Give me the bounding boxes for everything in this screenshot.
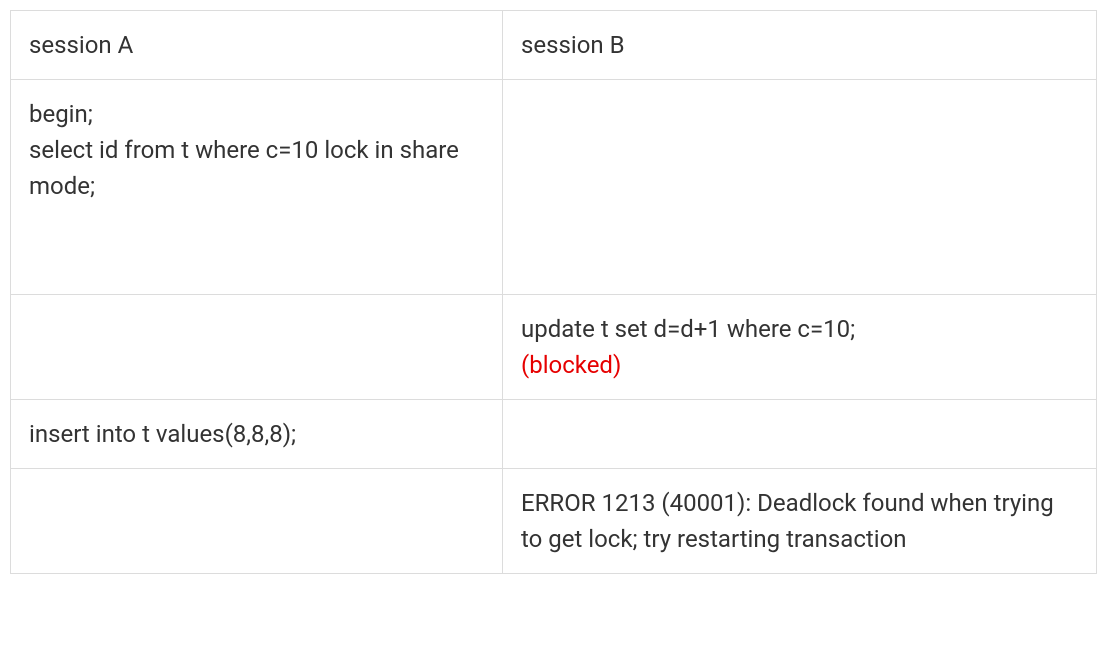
- blocked-status: (blocked): [521, 351, 621, 379]
- cell-session-b: ERROR 1213 (40001): Deadlock found when …: [503, 469, 1097, 574]
- header-session-a: session A: [11, 11, 503, 80]
- table-row: begin; select id from t where c=10 lock …: [11, 80, 1097, 295]
- table-row: insert into t values(8,8,8);: [11, 400, 1097, 469]
- cell-session-b: [503, 400, 1097, 469]
- table-row: ERROR 1213 (40001): Deadlock found when …: [11, 469, 1097, 574]
- cell-text: ERROR 1213 (40001): Deadlock found when …: [521, 485, 1078, 557]
- table-header-row: session A session B: [11, 11, 1097, 80]
- cell-line: update t set d=d+1 where c=10;: [521, 315, 855, 343]
- cell-session-a: begin; select id from t where c=10 lock …: [11, 80, 503, 295]
- cell-text: update t set d=d+1 where c=10; (blocked): [521, 311, 1078, 383]
- cell-session-b: [503, 80, 1097, 295]
- cell-session-a: [11, 295, 503, 400]
- cell-session-a: insert into t values(8,8,8);: [11, 400, 503, 469]
- session-comparison-table: session A session B begin; select id fro…: [10, 10, 1097, 574]
- cell-session-a: [11, 469, 503, 574]
- header-session-b: session B: [503, 11, 1097, 80]
- cell-session-b: update t set d=d+1 where c=10; (blocked): [503, 295, 1097, 400]
- cell-text: begin; select id from t where c=10 lock …: [29, 96, 484, 204]
- table-row: update t set d=d+1 where c=10; (blocked): [11, 295, 1097, 400]
- cell-text: insert into t values(8,8,8);: [29, 416, 484, 452]
